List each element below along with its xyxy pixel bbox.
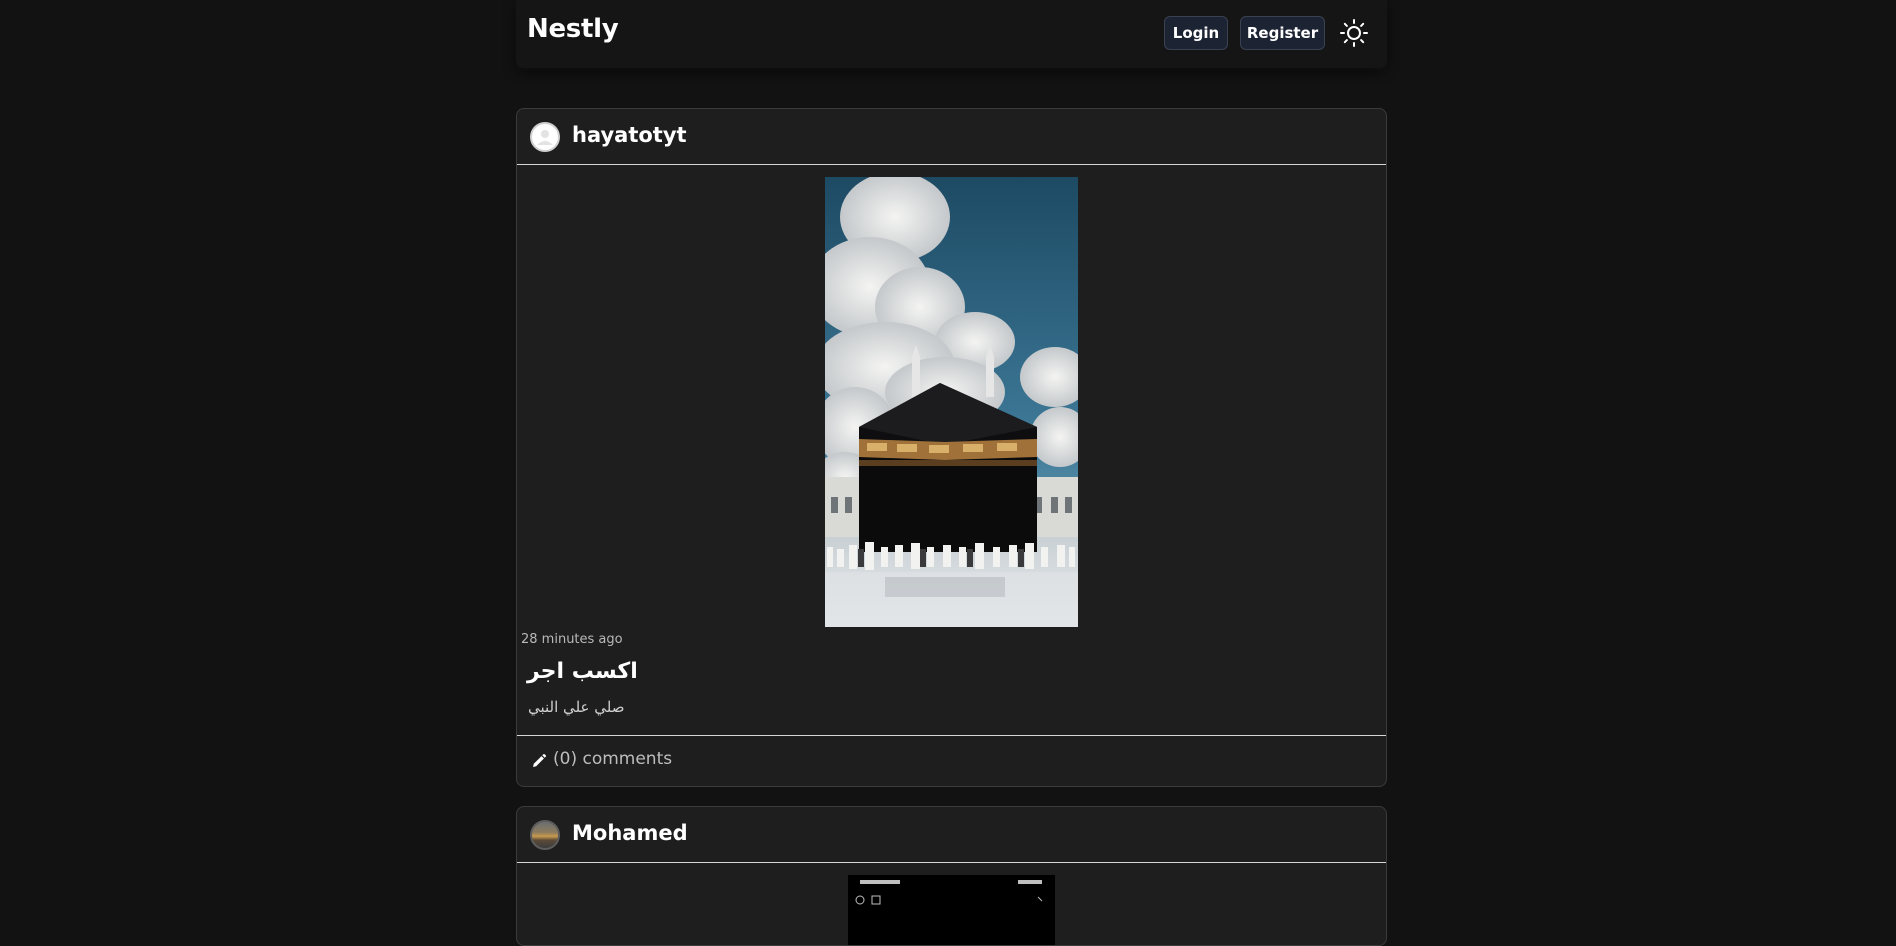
post-card: Mohamed <box>516 806 1387 946</box>
post-header: hayatotyt <box>517 109 1386 165</box>
avatar[interactable] <box>530 122 560 152</box>
post-title: اكسب اجر <box>527 659 638 684</box>
post-body: صلي علي النبي <box>528 698 625 716</box>
register-button[interactable]: Register <box>1240 16 1325 50</box>
login-button[interactable]: Login <box>1164 16 1228 50</box>
post-card: hayatotyt 28 minutes ago اكسب اجر صلي عل… <box>516 108 1387 787</box>
post-timestamp: 28 minutes ago <box>521 632 623 647</box>
avatar[interactable] <box>530 820 560 850</box>
post-image[interactable] <box>825 177 1078 627</box>
post-header: Mohamed <box>517 807 1386 863</box>
post-username[interactable]: Mohamed <box>572 821 688 845</box>
brand-logo[interactable]: Nestly <box>527 14 619 44</box>
comments-count[interactable]: (0) comments <box>553 749 672 769</box>
pencil-icon <box>533 753 547 767</box>
post-image[interactable] <box>848 875 1055 945</box>
navbar: Nestly Login Register <box>516 0 1387 68</box>
comments-link[interactable]: (0) comments <box>517 735 1386 786</box>
post-username[interactable]: hayatotyt <box>572 123 687 147</box>
sun-icon[interactable] <box>1339 18 1369 48</box>
